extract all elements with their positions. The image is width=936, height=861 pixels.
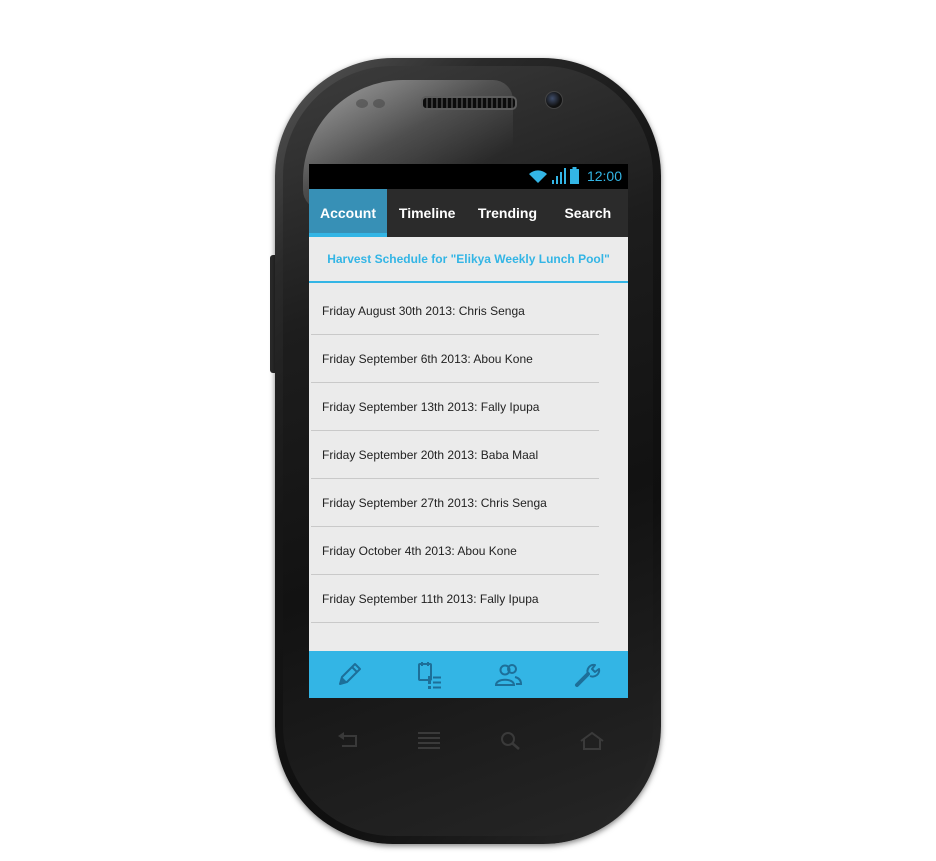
- search-icon[interactable]: [493, 728, 529, 754]
- back-icon[interactable]: [330, 728, 366, 754]
- calendar-list-icon[interactable]: [412, 658, 446, 692]
- hardware-nav-bar: [330, 728, 610, 758]
- list-item[interactable]: Friday September 6th 2013: Abou Kone: [311, 335, 599, 383]
- signal-icon: [551, 167, 566, 184]
- pencil-icon[interactable]: [332, 658, 366, 692]
- wrench-icon[interactable]: [571, 658, 605, 692]
- tab-account[interactable]: Account: [309, 189, 387, 237]
- status-bar: 12:00: [309, 164, 628, 189]
- bottom-action-bar: [309, 651, 628, 698]
- page-title: Harvest Schedule for "Elikya Weekly Lunc…: [309, 237, 628, 283]
- list-item[interactable]: Friday September 13th 2013: Fally Ipupa: [311, 383, 599, 431]
- tab-trending[interactable]: Trending: [467, 189, 547, 237]
- list-item[interactable]: Friday September 20th 2013: Baba Maal: [311, 431, 599, 479]
- people-icon[interactable]: [491, 658, 525, 692]
- proximity-sensor: [356, 95, 390, 108]
- tab-timeline[interactable]: Timeline: [387, 189, 467, 237]
- front-camera: [545, 91, 563, 109]
- earpiece-speaker: [421, 96, 517, 110]
- battery-icon: [569, 167, 579, 184]
- list-item[interactable]: Friday September 11th 2013: Fally Ipupa: [311, 575, 599, 623]
- wifi-icon: [528, 169, 547, 183]
- menu-icon[interactable]: [411, 728, 447, 754]
- schedule-list: Friday August 30th 2013: Chris Senga Fri…: [309, 283, 628, 623]
- app-screen: 12:00 Account Timeline Trending Search H…: [309, 164, 628, 698]
- list-item[interactable]: Friday September 27th 2013: Chris Senga: [311, 479, 599, 527]
- tab-bar: Account Timeline Trending Search: [309, 189, 628, 237]
- list-item[interactable]: Friday August 30th 2013: Chris Senga: [311, 287, 599, 335]
- tab-search[interactable]: Search: [548, 189, 628, 237]
- clock: 12:00: [586, 167, 622, 184]
- list-item[interactable]: Friday October 4th 2013: Abou Kone: [311, 527, 599, 575]
- home-icon[interactable]: [574, 728, 610, 754]
